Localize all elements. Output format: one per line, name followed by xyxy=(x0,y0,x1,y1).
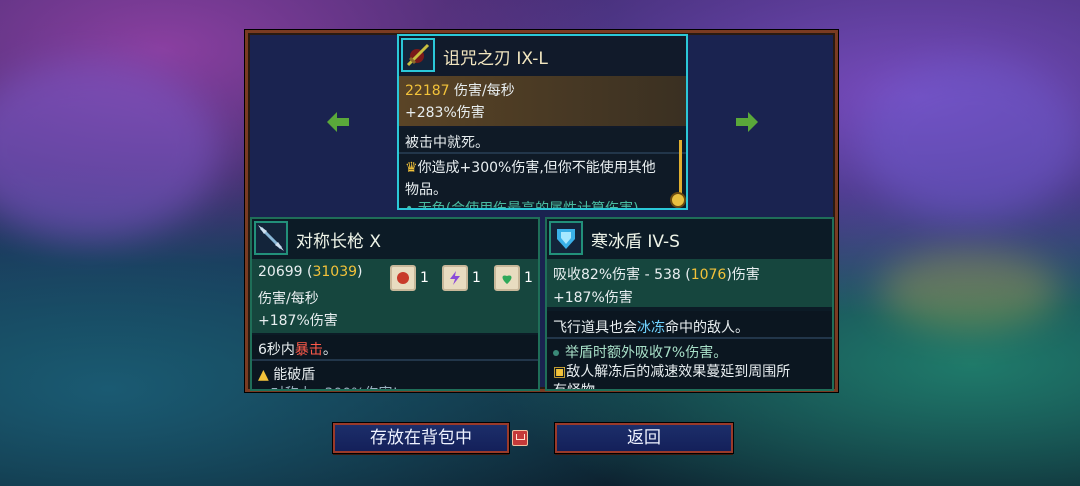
item-description: 飞行道具也会冰冻命中的敌人。 举盾时额外吸收7%伤害。 ▣敌人解冻后的减速效果蔓… xyxy=(547,311,832,389)
shield-break-icon: ▲ xyxy=(258,367,269,383)
survival-scroll: 1 xyxy=(494,265,533,291)
description-line: 6秒内暴击。 xyxy=(258,342,337,358)
divider xyxy=(399,152,686,154)
item-name: 寒冰盾 IV-S xyxy=(591,232,680,252)
tactics-scroll-icon xyxy=(442,265,468,291)
tactics-scroll: 1 xyxy=(442,265,481,291)
brutality-scroll: 1 xyxy=(390,265,429,291)
backpack-icon xyxy=(512,430,528,446)
damage-bonus: +283%伤害 xyxy=(405,105,485,121)
background-glow xyxy=(0,60,220,240)
right-arrow-icon[interactable] xyxy=(736,112,758,132)
curse-effect-cont: 物品。 xyxy=(405,182,447,198)
left-arrow-icon[interactable] xyxy=(327,112,349,132)
brutality-scroll-icon xyxy=(390,265,416,291)
perk-line: 有怪物。 xyxy=(553,383,609,391)
selected-item-card[interactable]: 诅咒之刃 IX-L 22187 伤害/每秒 +283%伤害 被击中就死。 ♛你造… xyxy=(397,34,688,210)
equipped-shield-card[interactable]: 寒冰盾 IV-S 吸收82%伤害 - 538 (1076)伤害 +187%伤害 … xyxy=(545,217,834,391)
item-description: 6秒内暴击。 ▲ 能破盾 • 对称上+300%伤害! xyxy=(252,335,538,389)
item-name: 诅咒之刃 IX-L xyxy=(443,49,548,69)
block-stat: 吸收82%伤害 - 538 (1076)伤害 xyxy=(553,267,760,283)
symmetrical-lance-icon xyxy=(254,221,288,255)
background-glow xyxy=(880,250,1060,330)
back-button[interactable]: 返回 xyxy=(555,423,733,453)
legendary-icon: ▣ xyxy=(553,364,567,380)
bullet-icon xyxy=(553,350,559,356)
item-name: 对称长枪 X xyxy=(296,232,382,252)
description-line: 被击中就死。 xyxy=(405,135,489,151)
divider xyxy=(252,359,538,361)
dps-line: 20699 (31039) xyxy=(258,264,363,280)
divider xyxy=(547,337,832,339)
stat-band: 吸收82%伤害 - 538 (1076)伤害 +187%伤害 xyxy=(547,259,832,307)
dps-line: 22187 伤害/每秒 xyxy=(405,83,515,99)
colorless-note: • 无色(会使用伤最高的属性计算伤害) xyxy=(405,201,639,210)
perk-line: ▲ 能破盾 xyxy=(258,367,316,383)
perk-line: ▣敌人解冻后的减速效果蔓延到周围所 xyxy=(553,364,791,380)
stat-band: 22187 伤害/每秒 +283%伤害 xyxy=(399,76,686,126)
background-glow xyxy=(860,60,1080,220)
damage-bonus: +187%伤害 xyxy=(553,290,633,306)
perk-line: 举盾时额外吸收7%伤害。 xyxy=(553,342,727,362)
damage-bonus: +187%伤害 xyxy=(258,313,338,329)
perk-line: • 对称上+300%伤害! xyxy=(258,383,398,389)
survival-scroll-icon xyxy=(494,265,520,291)
store-in-backpack-button[interactable]: 存放在背包中 xyxy=(333,423,509,453)
stat-band: 20699 (31039) 伤害/每秒 +187%伤害 1 1 1 xyxy=(252,259,538,333)
crown-icon: ♛ xyxy=(405,160,418,176)
ice-shield-icon xyxy=(549,221,583,255)
cursed-sword-icon xyxy=(401,38,435,72)
curse-effect: ♛你造成+300%伤害,但你不能使用其他 xyxy=(405,160,656,176)
scrollbar-handle[interactable] xyxy=(670,192,686,208)
item-description: 被击中就死。 ♛你造成+300%伤害,但你不能使用其他 物品。 • 无色(会使用… xyxy=(399,128,686,208)
description-line: 飞行道具也会冰冻命中的敌人。 xyxy=(553,320,749,336)
dps-label: 伤害/每秒 xyxy=(258,291,319,307)
equipped-weapon-card[interactable]: 对称长枪 X 20699 (31039) 伤害/每秒 +187%伤害 1 1 1… xyxy=(250,217,540,391)
